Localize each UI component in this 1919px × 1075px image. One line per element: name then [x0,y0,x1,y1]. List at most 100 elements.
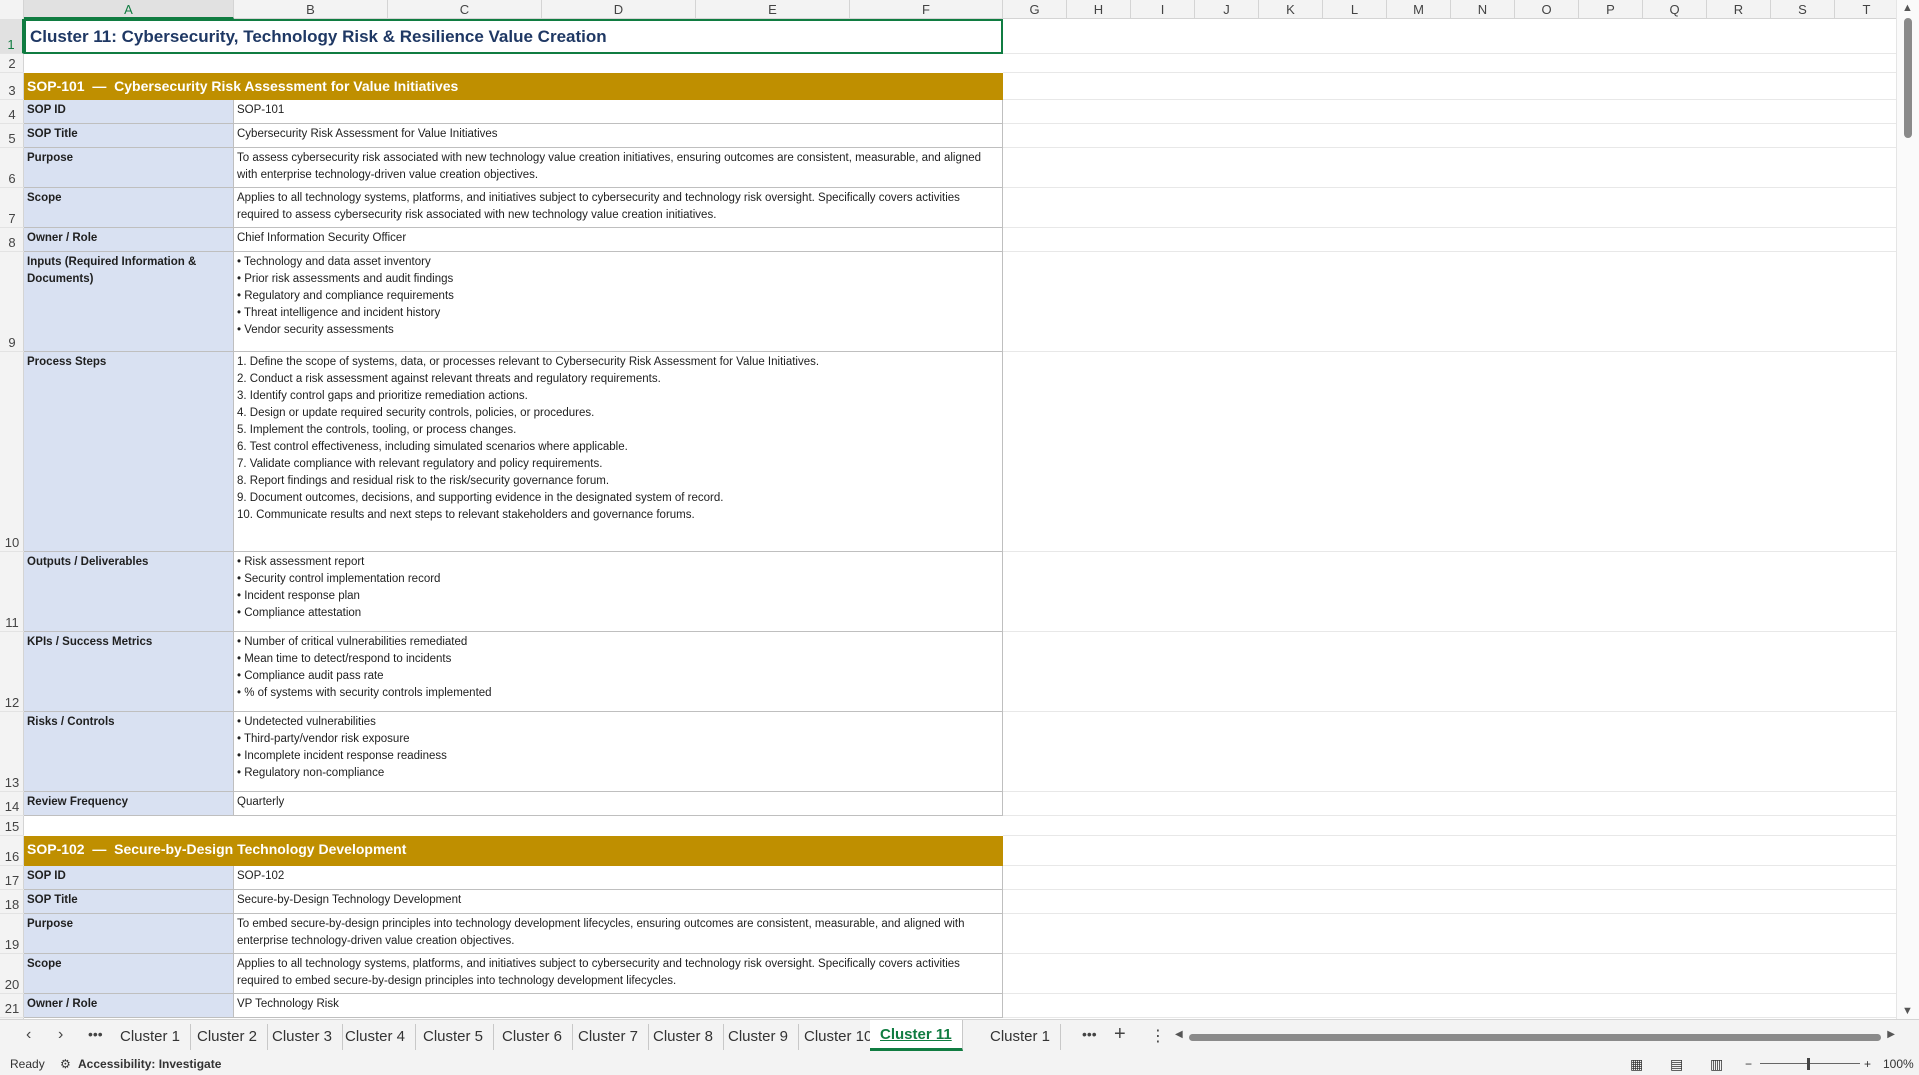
column-header-g[interactable]: G [1003,0,1067,19]
row-header-10[interactable]: 10 [0,352,24,552]
scroll-left-icon[interactable]: ◀ [1175,1029,1183,1040]
row-header-15[interactable]: 15 [0,816,24,836]
row-header-19[interactable]: 19 [0,914,24,954]
more-tabs-left-icon[interactable]: ••• [88,1026,103,1042]
sop-field-label[interactable]: SOP Title [24,124,234,148]
page-layout-view-icon[interactable]: ▤ [1670,1053,1683,1075]
more-tabs-right-icon[interactable]: ••• [1082,1026,1097,1042]
sop-field-value[interactable]: SOP-102 [234,866,1003,890]
sop-field-label[interactable]: SOP Title [24,890,234,914]
scroll-down-icon[interactable]: ▼ [1902,1005,1913,1017]
column-header-k[interactable]: K [1259,0,1323,19]
column-header-b[interactable]: B [234,0,388,19]
horizontal-scrollbar[interactable]: ◀ ▶ [1175,1029,1895,1043]
sheet-tab-cluster-8[interactable]: Cluster 8 [643,1024,725,1050]
add-sheet-icon[interactable]: + [1114,1023,1126,1046]
sheet-tab-cluster-7[interactable]: Cluster 7 [568,1024,650,1050]
row-header-9[interactable]: 9 [0,252,24,352]
sop-field-label[interactable]: Scope [24,954,234,994]
sop-field-value[interactable]: Chief Information Security Officer [234,228,1003,252]
zoom-out-icon[interactable]: − [1745,1053,1752,1075]
sop-field-label[interactable]: Outputs / Deliverables [24,552,234,632]
zoom-slider-knob[interactable] [1807,1058,1810,1070]
row-header-21[interactable]: 21 [0,994,24,1018]
column-header-s[interactable]: S [1771,0,1835,19]
row-header-18[interactable]: 18 [0,890,24,914]
column-header-q[interactable]: Q [1643,0,1707,19]
sop-field-label[interactable]: Purpose [24,914,234,954]
sop-field-value[interactable]: To embed secure-by-design principles int… [234,914,1003,954]
normal-view-icon[interactable]: ▦ [1630,1053,1643,1075]
sheet-tab-cluster-11[interactable]: Cluster 11 [870,1020,963,1051]
sheet-tab-cluster-9[interactable]: Cluster 9 [718,1024,800,1050]
sop-field-label[interactable]: SOP ID [24,866,234,890]
sop-field-label[interactable]: Purpose [24,148,234,188]
sop-field-value[interactable]: Applies to all technology systems, platf… [234,954,1003,994]
column-header-j[interactable]: J [1195,0,1259,19]
accessibility-status[interactable]: Accessibility: Investigate [78,1053,221,1075]
sop-field-value[interactable]: Secure-by-Design Technology Development [234,890,1003,914]
sop-field-value[interactable]: Quarterly [234,792,1003,816]
column-header-t[interactable]: T [1835,0,1899,19]
column-header-p[interactable]: P [1579,0,1643,19]
column-header-c[interactable]: C [388,0,542,19]
sop-field-label[interactable]: Risks / Controls [24,712,234,792]
row-header-16[interactable]: 16 [0,836,24,866]
row-header-4[interactable]: 4 [0,100,24,124]
row-header-20[interactable]: 20 [0,954,24,994]
row-header-2[interactable]: 2 [0,54,24,73]
column-header-r[interactable]: R [1707,0,1771,19]
row-header-13[interactable]: 13 [0,712,24,792]
row-header-8[interactable]: 8 [0,228,24,252]
sheet-tab-cluster-3[interactable]: Cluster 3 [262,1024,344,1050]
sop-field-value[interactable]: To assess cybersecurity risk associated … [234,148,1003,188]
sop-field-value[interactable]: • Technology and data asset inventory • … [234,252,1003,352]
sop-field-value[interactable]: Applies to all technology systems, platf… [234,188,1003,228]
scroll-right-icon[interactable]: ▶ [1887,1029,1895,1040]
column-header-i[interactable]: I [1131,0,1195,19]
accessibility-icon[interactable]: ⚙ [60,1053,71,1075]
sheet-tab-cluster-1[interactable]: Cluster 1 [980,1024,1062,1050]
row-header-1[interactable]: 1 [0,19,24,54]
page-break-view-icon[interactable]: ▥ [1710,1053,1723,1075]
row-header-12[interactable]: 12 [0,632,24,712]
sop-field-value[interactable]: • Number of critical vulnerabilities rem… [234,632,1003,712]
row-header-3[interactable]: 3 [0,73,24,100]
sop-field-label[interactable]: SOP ID [24,100,234,124]
vertical-scroll-thumb[interactable] [1904,18,1912,138]
sop-field-label[interactable]: Process Steps [24,352,234,552]
zoom-slider-track[interactable] [1760,1063,1860,1064]
sop-field-label[interactable]: Review Frequency [24,792,234,816]
zoom-level[interactable]: 100% [1883,1053,1914,1075]
sop-field-label[interactable]: Scope [24,188,234,228]
row-header-11[interactable]: 11 [0,552,24,632]
row-header-5[interactable]: 5 [0,124,24,148]
column-header-l[interactable]: L [1323,0,1387,19]
sheet-options-icon[interactable]: ⋮ [1150,1026,1166,1046]
column-header-a[interactable]: A [24,0,234,19]
sheet-tab-cluster-6[interactable]: Cluster 6 [492,1024,574,1050]
sop-field-value[interactable]: 1. Define the scope of systems, data, or… [234,352,1003,552]
sop-header-cell[interactable]: SOP-101 — Cybersecurity Risk Assessment … [24,73,1003,100]
column-header-o[interactable]: O [1515,0,1579,19]
sheet-tab-cluster-5[interactable]: Cluster 5 [413,1024,495,1050]
sheet-tab-cluster-4[interactable]: Cluster 4 [335,1024,417,1050]
column-header-d[interactable]: D [542,0,696,19]
scroll-up-icon[interactable]: ▲ [1902,2,1913,14]
row-header-17[interactable]: 17 [0,866,24,890]
column-header-m[interactable]: M [1387,0,1451,19]
sop-field-label[interactable]: Owner / Role [24,994,234,1018]
row-header-7[interactable]: 7 [0,188,24,228]
sop-field-value[interactable]: Cybersecurity Risk Assessment for Value … [234,124,1003,148]
sop-field-value[interactable]: VP Technology Risk [234,994,1003,1018]
vertical-scrollbar[interactable]: ▲ ▼ [1896,0,1919,1019]
sop-field-value[interactable]: SOP-101 [234,100,1003,124]
zoom-in-icon[interactable]: + [1864,1053,1871,1075]
column-header-f[interactable]: F [850,0,1003,19]
select-all-corner[interactable] [0,0,24,19]
tab-next-icon[interactable]: › [58,1026,63,1044]
sheet-tab-cluster-1[interactable]: Cluster 1 [110,1024,192,1050]
sheet-title-cell[interactable]: Cluster 11: Cybersecurity, Technology Ri… [24,19,1003,54]
column-header-h[interactable]: H [1067,0,1131,19]
tab-prev-icon[interactable]: ‹ [26,1026,31,1044]
